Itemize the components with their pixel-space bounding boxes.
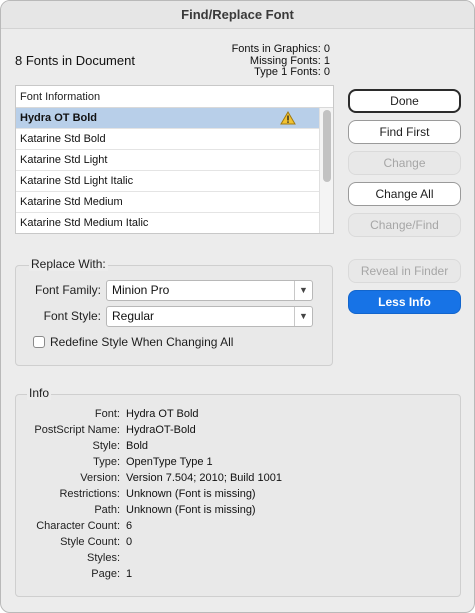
info-row-label: Version:: [80, 472, 120, 484]
font-list-item[interactable]: Katarine Std Light: [16, 150, 320, 171]
font-list-item-label: Katarine Std Light Italic: [20, 175, 134, 187]
done-button[interactable]: Done: [348, 89, 461, 113]
info-row-label: Style:: [92, 440, 120, 452]
info-row-label: Restrictions:: [59, 488, 120, 500]
font-list-item[interactable]: Katarine Std Light Italic: [16, 171, 320, 192]
font-list-item[interactable]: Hydra OT Bold: [16, 108, 320, 129]
info-row-label: Path:: [94, 504, 120, 516]
info-row-version: Version: Version 7.504; 2010; Build 1001: [21, 470, 421, 486]
less-info-button[interactable]: Less Info: [348, 290, 461, 314]
redefine-style-label: Redefine Style When Changing All: [50, 335, 234, 349]
info-row-label: PostScript Name:: [34, 424, 120, 436]
info-row-style: Style: Bold: [21, 438, 421, 454]
font-stats: Fonts in Graphics: 0 Missing Fonts: 1 Ty…: [231, 43, 330, 79]
window-title: Find/Replace Font: [1, 1, 474, 29]
font-family-label: Font Family:: [34, 283, 101, 297]
info-row-value: Unknown (Font is missing): [126, 488, 256, 500]
info-label: Info: [27, 386, 52, 400]
info-row-value: Unknown (Font is missing): [126, 504, 256, 516]
change-find-button[interactable]: Change/Find: [348, 213, 461, 237]
font-list-item[interactable]: Katarine Std Medium: [16, 192, 320, 213]
find-replace-font-dialog: Find/Replace Font 8 Fonts in Document Fo…: [0, 0, 475, 613]
font-list-scrollbar[interactable]: [319, 108, 333, 233]
info-row-value: OpenType Type 1: [126, 456, 213, 468]
info-row-label: Page:: [91, 568, 120, 580]
info-row-type: Type: OpenType Type 1: [21, 454, 421, 470]
replace-with-label: Replace With:: [29, 257, 108, 271]
font-list-item-label: Katarine Std Bold: [20, 133, 106, 145]
info-row-page: Page: 1: [21, 566, 421, 582]
font-family-select[interactable]: Minion Pro ▼: [106, 280, 313, 301]
font-list-item-label: Katarine Std Light: [20, 154, 108, 166]
info-row-path: Path: Unknown (Font is missing): [21, 502, 421, 518]
font-list-item-label: Katarine Std Medium Italic: [20, 217, 149, 229]
info-row-value: Hydra OT Bold: [126, 408, 199, 420]
font-list-item-label: Hydra OT Bold: [20, 112, 98, 124]
info-row-value: HydraOT-Bold: [126, 424, 196, 436]
info-row-font: Font: Hydra OT Bold: [21, 406, 421, 422]
info-row-character-count: Character Count: 6: [21, 518, 421, 534]
font-style-value: Regular: [112, 309, 155, 323]
scroll-thumb[interactable]: [323, 110, 331, 182]
info-row-style-count: Style Count: 0: [21, 534, 421, 550]
chevron-down-icon: ▼: [294, 281, 312, 300]
font-list-item[interactable]: Katarine Std Bold: [16, 129, 320, 150]
font-style-label: Font Style:: [43, 309, 101, 323]
info-row-value: Bold: [126, 440, 149, 452]
info-row-value: 1: [126, 568, 133, 580]
font-list-header: Font Information: [16, 86, 333, 108]
change-button[interactable]: Change: [348, 151, 461, 175]
redefine-style-checkbox[interactable]: [33, 336, 45, 348]
type1-fonts: Type 1 Fonts: 0: [254, 66, 330, 78]
info-row-value: Version 7.504; 2010; Build 1001: [126, 472, 282, 484]
info-row-label: Styles:: [86, 552, 120, 564]
info-row-label: Character Count:: [36, 520, 120, 532]
info-row-postscript-name: PostScript Name: HydraOT-Bold: [21, 422, 421, 438]
font-style-select[interactable]: Regular ▼: [106, 306, 313, 327]
info-row-label: Font:: [94, 408, 120, 420]
font-family-value: Minion Pro: [112, 283, 170, 297]
warning-triangle-icon: [280, 111, 296, 125]
info-row-value: 0: [126, 536, 133, 548]
info-row-value: 6: [126, 520, 133, 532]
font-list-item[interactable]: Katarine Std Medium Italic: [16, 213, 320, 233]
info-row-styles: Styles:: [21, 550, 421, 566]
info-row-label: Style Count:: [60, 536, 120, 548]
reveal-in-finder-button[interactable]: Reveal in Finder: [348, 259, 461, 283]
fonts-in-document-count: 8 Fonts in Document: [15, 53, 135, 68]
font-list-item-label: Katarine Std Medium: [20, 196, 123, 208]
info-row-restrictions: Restrictions: Unknown (Font is missing): [21, 486, 421, 502]
chevron-down-icon: ▼: [294, 307, 312, 326]
font-list[interactable]: Font Information Hydra OT Bold Katarine …: [15, 85, 334, 234]
fonts-in-graphics: Fonts in Graphics: 0: [231, 43, 330, 55]
font-list-rows[interactable]: Hydra OT Bold Katarine Std Bold Katarine…: [16, 108, 333, 233]
change-all-button[interactable]: Change All: [348, 182, 461, 206]
info-row-label: Type:: [93, 456, 120, 468]
find-first-button[interactable]: Find First: [348, 120, 461, 144]
